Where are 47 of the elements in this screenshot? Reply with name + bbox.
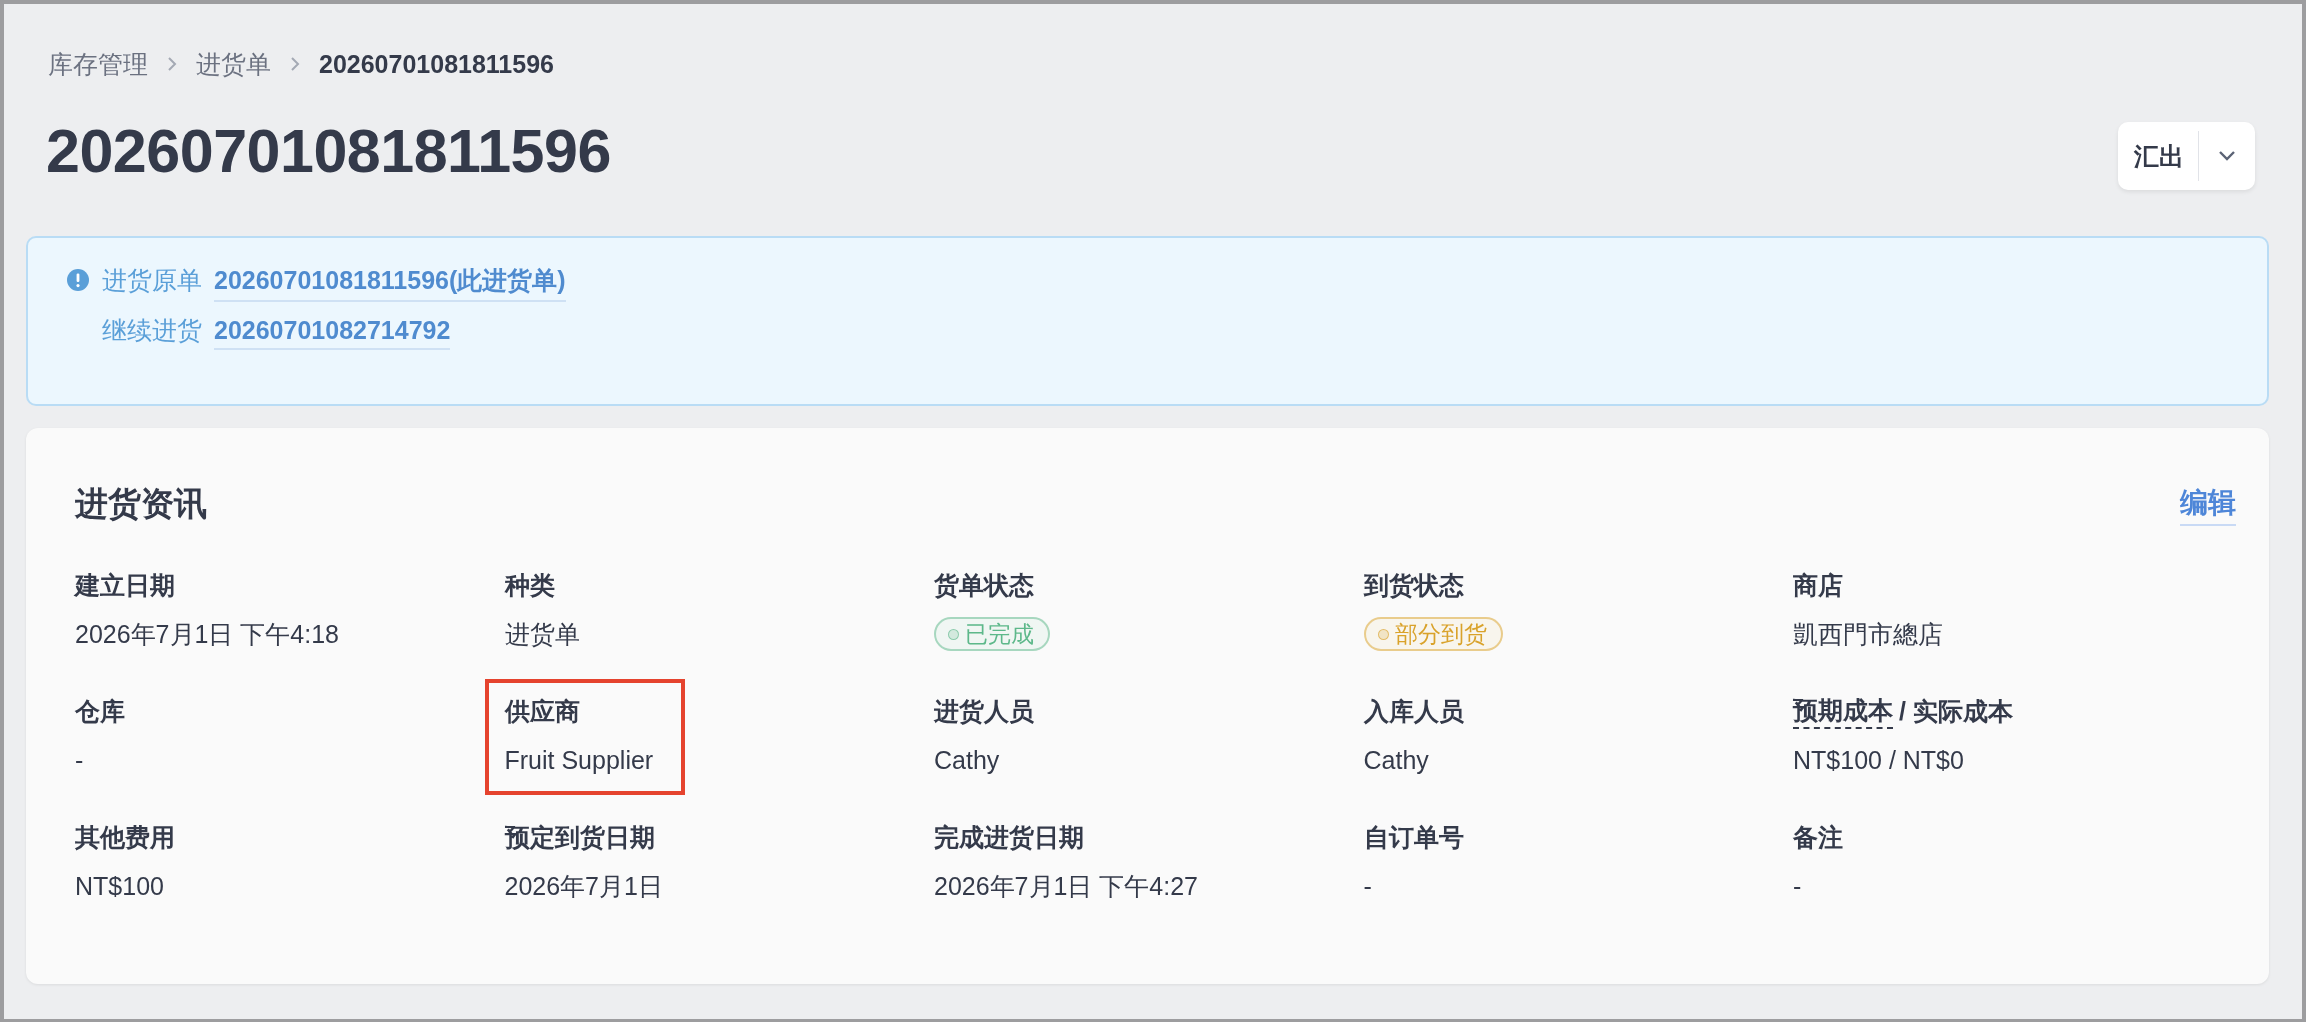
breadcrumb-link[interactable]: 进货单 — [196, 47, 271, 81]
breadcrumb-link[interactable]: 库存管理 — [48, 47, 148, 81]
section-title: 进货资讯 — [75, 484, 207, 524]
field-value: NT$100 / NT$0 — [1793, 745, 1965, 776]
field-value: - — [1793, 871, 1803, 902]
field-label: 进货人员 — [934, 695, 1034, 727]
field-value: 进货单 — [504, 619, 580, 650]
status-badge: 已完成 — [934, 617, 1050, 651]
field-label: 货单状态 — [934, 569, 1034, 601]
export-button[interactable]: 汇出 — [2118, 122, 2198, 190]
chevron-right-icon — [166, 55, 178, 73]
field-label: 预定到货日期 — [504, 821, 655, 853]
field-label: 建立日期 — [75, 569, 175, 601]
field-label: 完成进货日期 — [934, 821, 1084, 853]
field-label: 到货状态 — [1363, 569, 1464, 601]
chevron-down-icon[interactable] — [2217, 150, 2237, 162]
export-split-button[interactable]: 汇出 — [2118, 122, 2255, 190]
notice-label: 继续进货 — [102, 315, 202, 346]
field-value: 凱西門市總店 — [1793, 619, 1943, 650]
order-link[interactable]: 20260701082714792 — [214, 316, 451, 350]
breadcrumb-current: 20260701081811596 — [319, 49, 554, 79]
field-label: 备注 — [1793, 821, 1843, 853]
field-label: / 实际成本 — [1899, 695, 2013, 727]
edit-link[interactable]: 编辑 — [2180, 483, 2236, 526]
field-value: - — [75, 745, 85, 776]
field-label: 种类 — [504, 569, 555, 601]
field-label: 自订单号 — [1363, 821, 1464, 853]
order-link[interactable]: 20260701081811596(此进货单) — [214, 264, 566, 302]
tooltip-label[interactable]: 预期成本 — [1793, 693, 1893, 729]
field-value: 2026年7月1日 下午4:18 — [75, 619, 340, 650]
field-value: Cathy — [1363, 745, 1430, 776]
field-label: 入库人员 — [1363, 695, 1464, 727]
page-title: 20260701081811596 — [46, 116, 611, 186]
field-value: 2026年7月1日 下午4:27 — [934, 871, 1199, 902]
field-value: NT$100 — [75, 871, 165, 902]
field-value: 2026年7月1日 — [504, 871, 663, 902]
field-label: 供应商 — [504, 695, 580, 727]
chevron-right-icon — [289, 55, 301, 73]
field-value: Fruit Supplier — [504, 745, 654, 776]
field-label: 其他费用 — [75, 821, 175, 853]
field-value: Cathy — [934, 745, 1001, 776]
field-label: 商店 — [1793, 569, 1843, 601]
field-value: - — [1363, 871, 1373, 902]
notice-label: 进货原单 — [102, 265, 202, 296]
status-badge: 部分到货 — [1363, 617, 1503, 651]
info-icon — [66, 268, 90, 292]
field-label: 仓库 — [75, 695, 125, 727]
